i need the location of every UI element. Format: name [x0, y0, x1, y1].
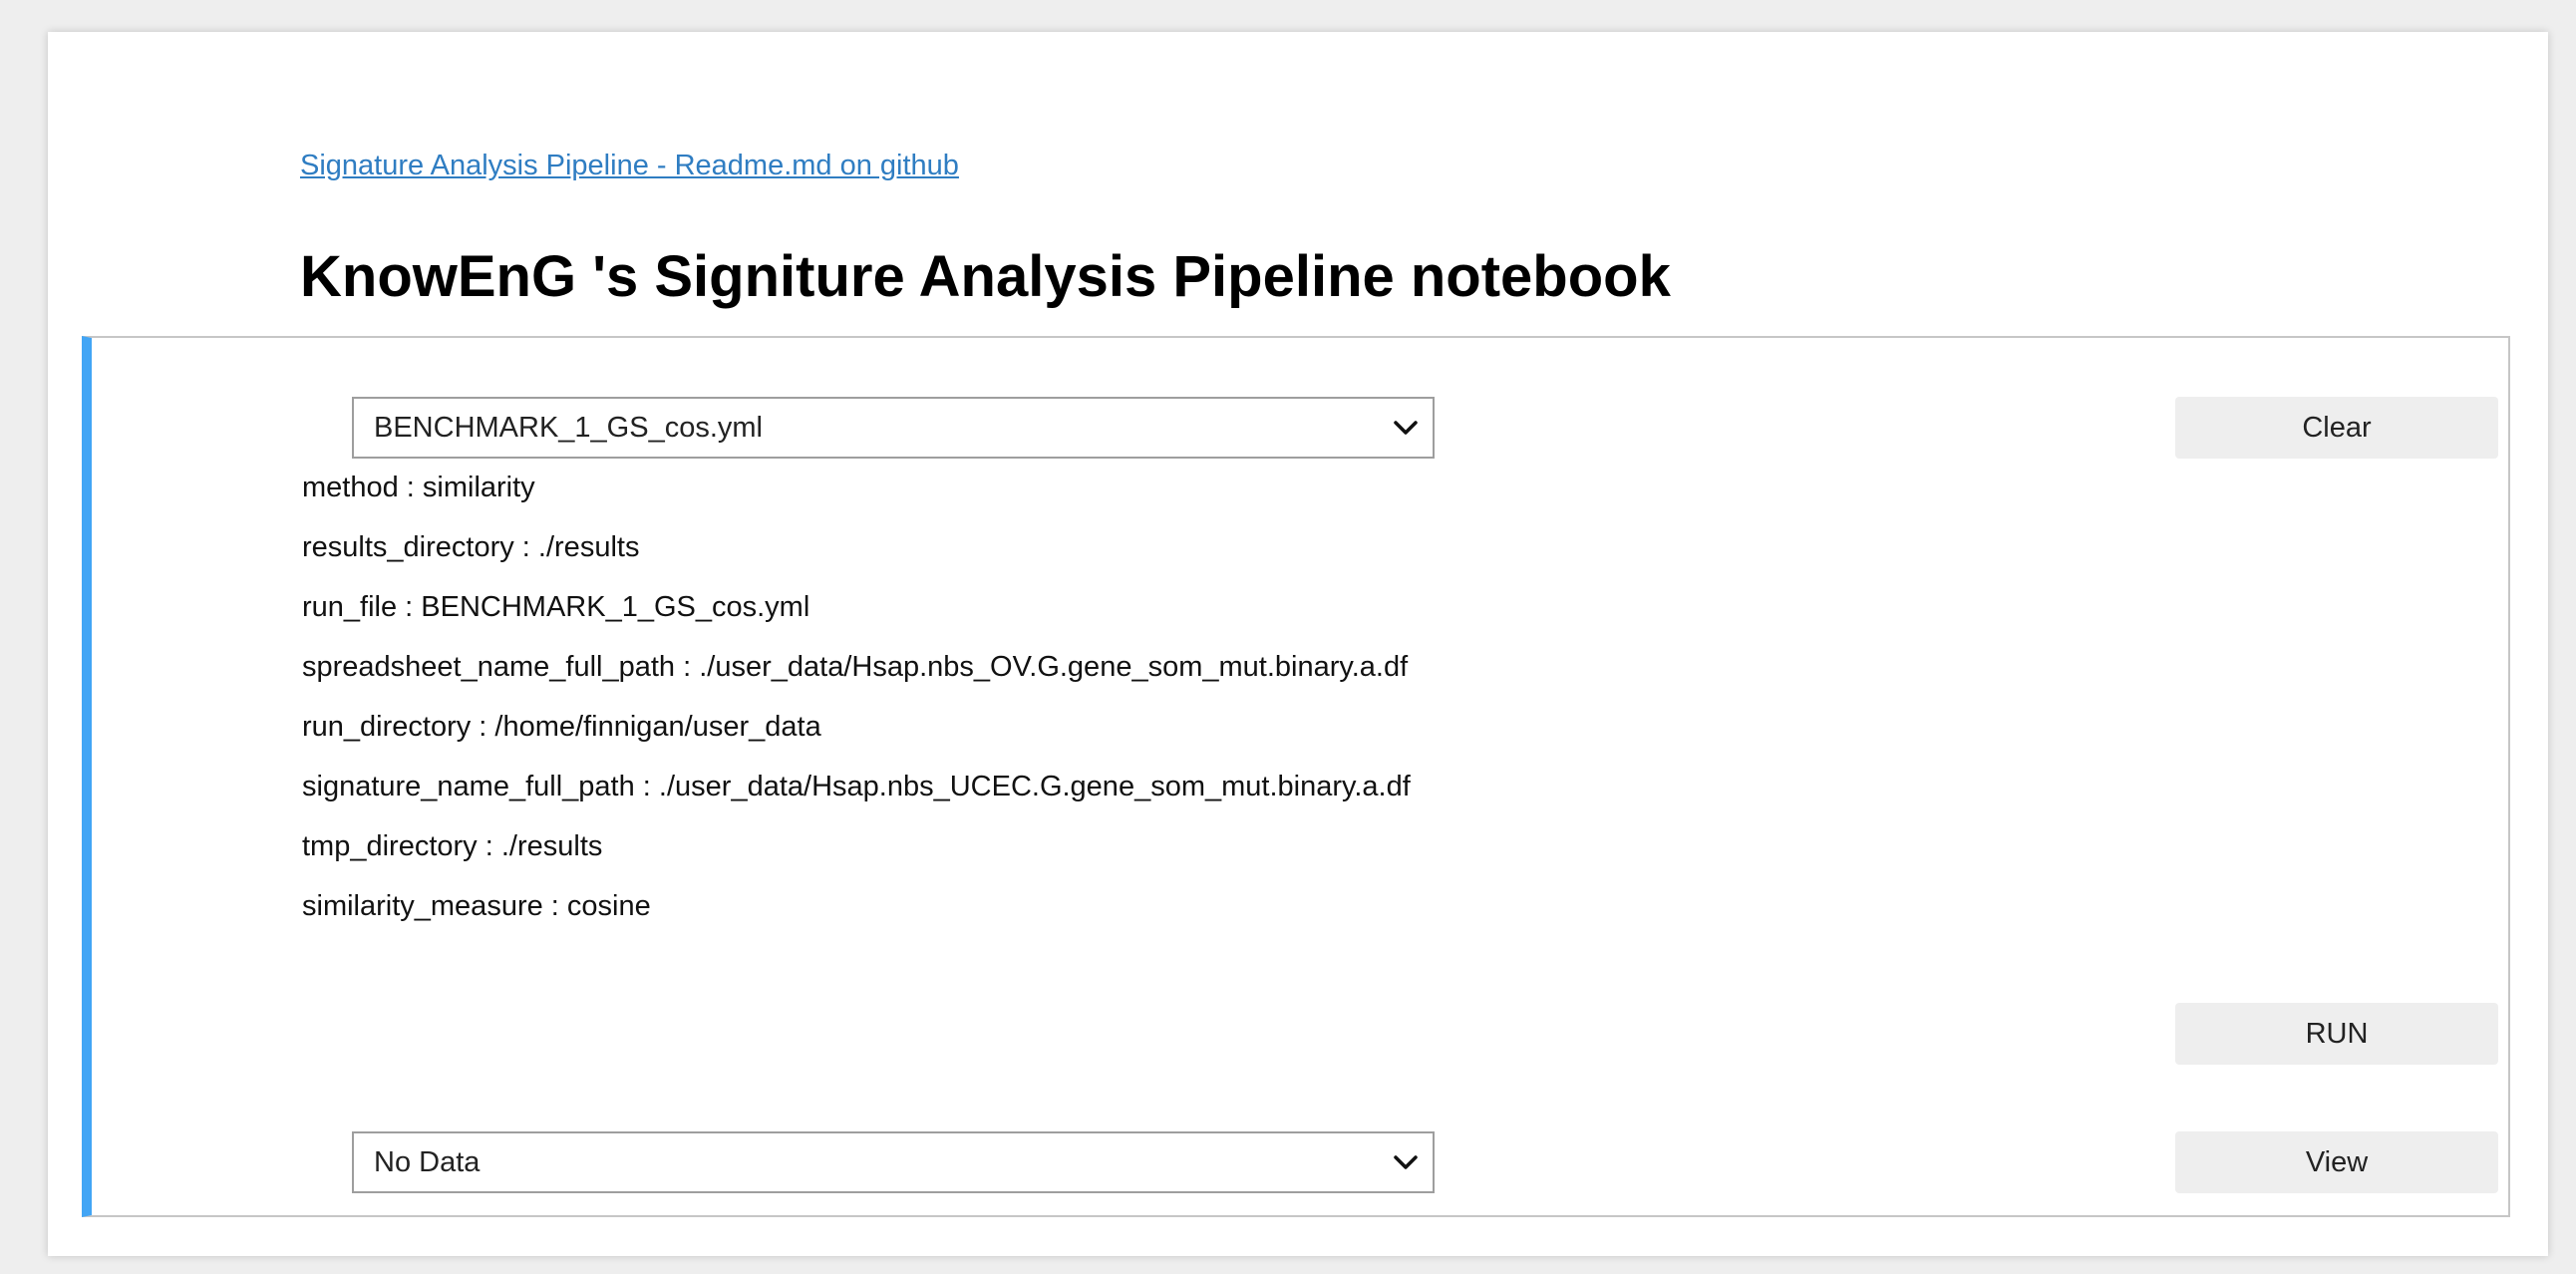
view-button[interactable]: View [2175, 1131, 2498, 1193]
param-spreadsheet-path: spreadsheet_name_full_path : ./user_data… [302, 651, 1409, 683]
page-title: KnowEnG 's Signiture Analysis Pipeline n… [300, 244, 1671, 309]
parameter-list: method : similarity results_directory : … [302, 470, 1411, 948]
notebook-page: Signature Analysis Pipeline - Readme.md … [48, 32, 2548, 1256]
run-file-select[interactable]: BENCHMARK_1_GS_cos.yml [352, 397, 1435, 459]
param-tmp-directory: tmp_directory : ./results [302, 830, 603, 862]
param-results-directory: results_directory : ./results [302, 531, 640, 563]
chevron-down-icon [1394, 1155, 1418, 1169]
results-select-value: No Data [374, 1146, 481, 1178]
run-button[interactable]: RUN [2175, 1003, 2498, 1065]
chevron-down-icon [1394, 421, 1418, 435]
param-run-file: run_file : BENCHMARK_1_GS_cos.yml [302, 591, 810, 623]
param-similarity-measure: similarity_measure : cosine [302, 890, 651, 922]
param-method: method : similarity [302, 472, 535, 503]
param-signature-path: signature_name_full_path : ./user_data/H… [302, 771, 1411, 802]
run-file-select-value: BENCHMARK_1_GS_cos.yml [374, 412, 763, 444]
param-run-directory: run_directory : /home/finnigan/user_data [302, 711, 821, 743]
notebook-cell: BENCHMARK_1_GS_cos.yml Clear method : si… [82, 336, 2510, 1217]
results-select[interactable]: No Data [352, 1131, 1435, 1193]
readme-link[interactable]: Signature Analysis Pipeline - Readme.md … [300, 150, 959, 182]
clear-button[interactable]: Clear [2175, 397, 2498, 459]
